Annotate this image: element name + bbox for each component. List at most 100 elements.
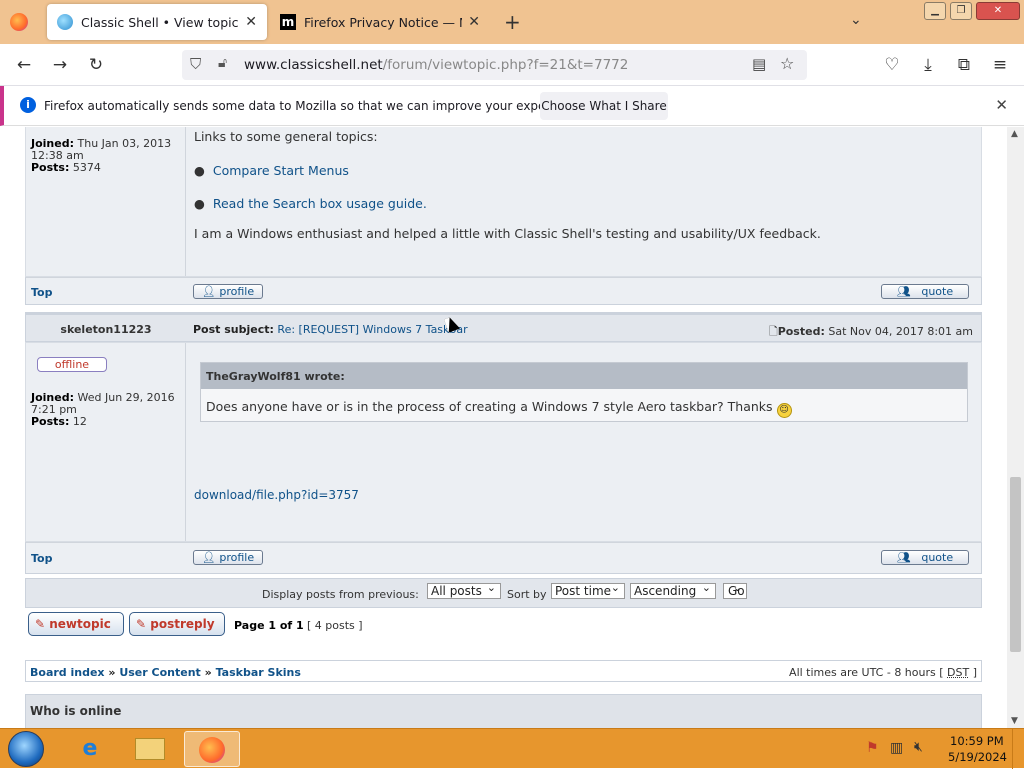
post-reply-button[interactable]: ✎ postreply bbox=[129, 612, 225, 636]
quote-button[interactable]: 👥︎ quote bbox=[881, 284, 969, 299]
post-2-footer: Top 👤︎ profile 👥︎ quote bbox=[25, 542, 982, 574]
page-scrollbar[interactable]: ▲ ▼ bbox=[1007, 127, 1024, 728]
user-content-link[interactable]: User Content bbox=[119, 666, 200, 679]
firefox-menu-icon[interactable] bbox=[10, 13, 28, 31]
quote-button[interactable]: 👥︎ quote bbox=[881, 550, 969, 565]
firefox-taskbar-icon[interactable] bbox=[184, 731, 240, 767]
clock-date[interactable]: 5/19/2024 bbox=[948, 750, 1007, 764]
tab-privacy-notice[interactable]: m Firefox Privacy Notice — Mozill ✕ bbox=[270, 4, 490, 40]
close-tab-icon[interactable]: ✕ bbox=[468, 14, 480, 30]
start-orb-icon[interactable] bbox=[8, 731, 44, 767]
order-select[interactable]: Ascending bbox=[630, 581, 716, 599]
search-guide-link[interactable]: Read the Search box usage guide. bbox=[213, 196, 427, 211]
post-1: Joined: Thu Jan 03, 2013 12:38 am Posts:… bbox=[25, 127, 982, 277]
insecure-lock-icon[interactable]: 🔓︎ bbox=[218, 55, 227, 71]
navigation-toolbar: ← → ↻ ⛉ 🔓︎ www.classicshell.net/forum/vi… bbox=[0, 44, 1024, 86]
page-content: Joined: Thu Jan 03, 2013 12:38 am Posts:… bbox=[0, 127, 1007, 728]
posts-count: Posts: 5374 bbox=[31, 161, 101, 174]
close-tab-icon[interactable]: ✕ bbox=[245, 14, 257, 30]
reader-view-icon[interactable]: ▤ bbox=[752, 55, 766, 73]
pocket-icon[interactable]: ♡ bbox=[878, 52, 906, 78]
tab-classic-shell[interactable]: Classic Shell • View topic - [REQ ✕ bbox=[47, 4, 267, 40]
mozilla-icon: m bbox=[280, 14, 296, 30]
internet-explorer-icon[interactable]: e bbox=[62, 731, 118, 767]
reload-icon[interactable]: ↻ bbox=[82, 52, 110, 78]
minimize-button[interactable]: ▁ bbox=[924, 2, 946, 20]
scroll-down-icon[interactable]: ▼ bbox=[1011, 716, 1018, 726]
timezone-info: All times are UTC - 8 hours [ DST ] bbox=[789, 666, 977, 679]
info-icon: i bbox=[20, 97, 36, 113]
top-link[interactable]: Top bbox=[31, 552, 52, 565]
volume-muted-icon[interactable]: 🔇︎ bbox=[914, 739, 923, 755]
url-bar[interactable]: ⛉ 🔓︎ www.classicshell.net/forum/viewtopi… bbox=[182, 50, 807, 80]
tab-bar: Classic Shell • View topic - [REQ ✕ m Fi… bbox=[0, 0, 1024, 44]
restore-button[interactable]: ❐ bbox=[950, 2, 972, 20]
shield-icon[interactable]: ⛉ bbox=[190, 55, 201, 73]
scrollbar-thumb[interactable] bbox=[1010, 477, 1021, 652]
close-notification-icon[interactable]: ✕ bbox=[995, 96, 1008, 114]
joined-info: Joined: Wed Jun 29, 2016 7:21 pm bbox=[31, 391, 175, 416]
taskbar-skins-link[interactable]: Taskbar Skins bbox=[216, 666, 301, 679]
compare-start-menus-link[interactable]: Compare Start Menus bbox=[213, 163, 349, 178]
extensions-icon[interactable]: ⧉ bbox=[950, 52, 978, 78]
tab-title: Classic Shell • View topic - [REQ bbox=[81, 14, 239, 30]
network-icon[interactable]: ▥ bbox=[890, 740, 903, 756]
user-icon: 👤︎ bbox=[201, 551, 216, 564]
close-window-button[interactable]: ✕ bbox=[976, 2, 1020, 20]
profile-button[interactable]: 👤︎ profile bbox=[193, 550, 263, 565]
show-desktop-button[interactable] bbox=[1012, 729, 1024, 769]
posts-count: Posts: 12 bbox=[31, 415, 87, 428]
post-2: offline Joined: Wed Jun 29, 2016 7:21 pm… bbox=[25, 342, 982, 542]
display-label: Display posts from previous: bbox=[262, 588, 419, 601]
breadcrumb-links: Board index » User Content » Taskbar Ski… bbox=[30, 666, 301, 679]
new-topic-button[interactable]: ✎ newtopic bbox=[28, 612, 124, 636]
who-is-online: Who is online bbox=[25, 694, 982, 728]
display-options-bar: Display posts from previous: All posts S… bbox=[25, 578, 982, 608]
file-explorer-icon[interactable] bbox=[122, 731, 178, 767]
post-count: [ 4 posts ] bbox=[307, 619, 363, 632]
post-icon[interactable]: 🗋 bbox=[769, 325, 778, 338]
display-filter-select[interactable]: All posts bbox=[427, 581, 501, 599]
post-author[interactable]: skeleton11223 bbox=[26, 323, 186, 336]
back-icon[interactable]: ← bbox=[10, 52, 38, 78]
action-center-flag-icon[interactable]: ⚑ bbox=[866, 740, 879, 756]
sort-select[interactable]: Post time bbox=[551, 581, 625, 599]
breadcrumb: Board index » User Content » Taskbar Ski… bbox=[25, 660, 982, 682]
quote-block: TheGrayWolf81 wrote: Does anyone have or… bbox=[200, 362, 968, 422]
post-subject-link[interactable]: Re: [REQUEST] Windows 7 Taskbar bbox=[277, 323, 467, 336]
page-info: Page 1 of 1 bbox=[234, 619, 304, 632]
forward-icon[interactable]: → bbox=[46, 52, 74, 78]
who-is-online-heading: Who is online bbox=[30, 704, 122, 718]
choose-what-i-share-button[interactable]: Choose What I Share bbox=[540, 92, 668, 120]
reply-icon: ✎ bbox=[136, 617, 147, 631]
post-1-intro: Links to some general topics: bbox=[194, 129, 378, 144]
quote-icon: 👥︎ bbox=[896, 551, 911, 564]
profile-button[interactable]: 👤︎ profile bbox=[193, 284, 263, 299]
board-index-link[interactable]: Board index bbox=[30, 666, 105, 679]
notification-message: Firefox automatically sends some data to… bbox=[44, 99, 587, 113]
clock-time[interactable]: 10:59 PM bbox=[950, 734, 1004, 748]
go-button[interactable]: Go bbox=[723, 581, 747, 599]
windows-taskbar: e ⚑ ▥ 🔇︎ 10:59 PM 5/19/2024 bbox=[0, 728, 1024, 769]
posted-date: 🗋Posted: Sat Nov 04, 2017 8:01 am bbox=[768, 325, 973, 338]
joined-info: Joined: Thu Jan 03, 2013 12:38 am bbox=[31, 137, 172, 162]
scroll-up-icon[interactable]: ▲ bbox=[1011, 129, 1018, 139]
downloads-icon[interactable]: ⤓ bbox=[914, 52, 942, 78]
post-1-text: I am a Windows enthusiast and helped a l… bbox=[194, 226, 821, 241]
post-1-profile-column: Joined: Thu Jan 03, 2013 12:38 am Posts:… bbox=[26, 127, 186, 276]
post-2-header: skeleton11223 Post subject: Re: [REQUEST… bbox=[25, 312, 982, 342]
url-text[interactable]: www.classicshell.net/forum/viewtopic.php… bbox=[244, 57, 628, 73]
menu-icon[interactable]: ≡ bbox=[986, 52, 1014, 78]
data-collection-notification: i Firefox automatically sends some data … bbox=[0, 86, 1024, 126]
post-subject: Post subject: Re: [REQUEST] Windows 7 Ta… bbox=[193, 323, 468, 336]
quote-author: TheGrayWolf81 wrote: bbox=[201, 363, 967, 389]
new-tab-button[interactable]: + bbox=[504, 10, 521, 34]
globe-shell-icon bbox=[57, 14, 73, 30]
sort-label: Sort by bbox=[507, 588, 547, 601]
top-link[interactable]: Top bbox=[31, 286, 52, 299]
list-all-tabs-icon[interactable]: ⌄ bbox=[850, 12, 862, 28]
bookmark-star-icon[interactable]: ☆ bbox=[780, 54, 794, 73]
list-item: ● Compare Start Menus bbox=[194, 163, 349, 178]
list-item: ● Read the Search box usage guide. bbox=[194, 196, 427, 211]
download-link[interactable]: download/file.php?id=3757 bbox=[194, 488, 359, 502]
